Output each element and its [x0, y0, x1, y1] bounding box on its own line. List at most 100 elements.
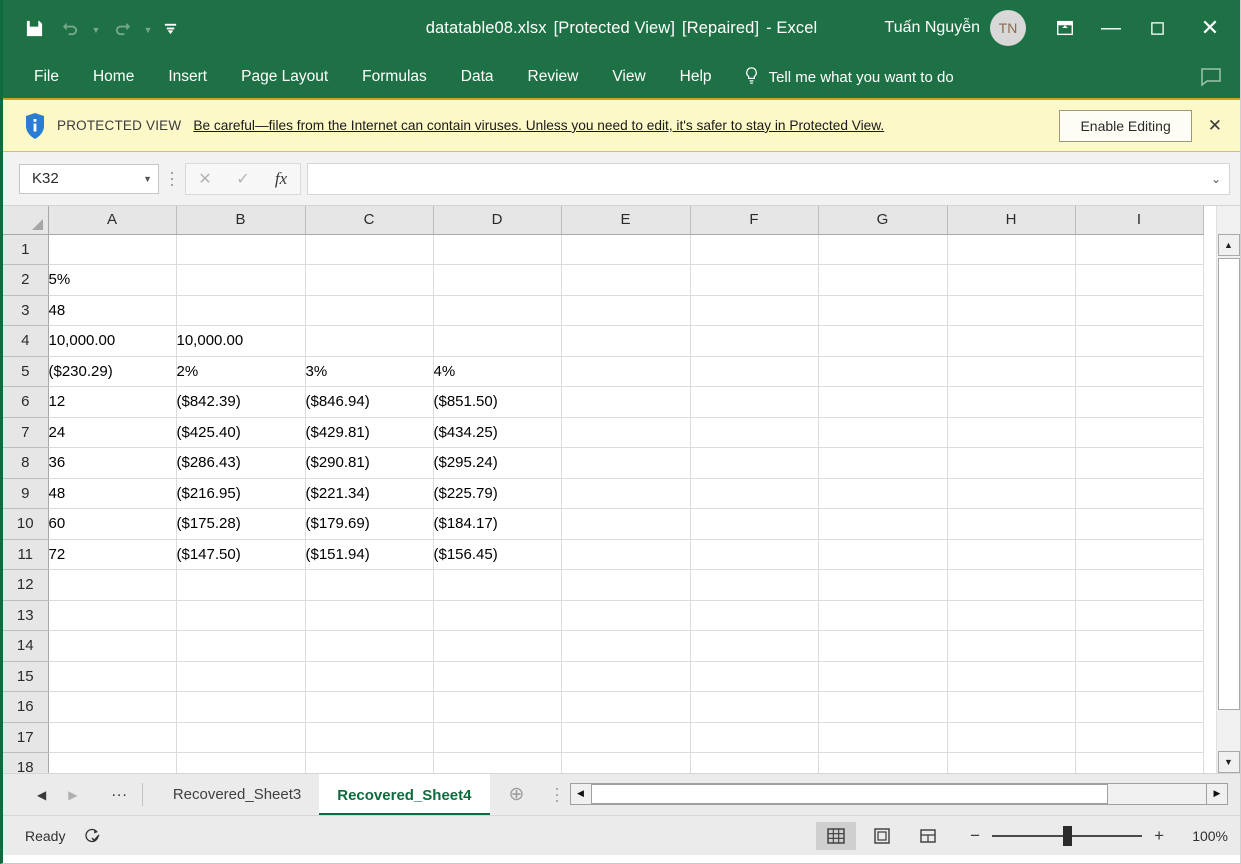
zoom-out-button[interactable]: −: [970, 826, 980, 846]
cell-H13[interactable]: [947, 600, 1076, 631]
cell-H4[interactable]: [947, 325, 1076, 357]
cell-I12[interactable]: [1075, 569, 1204, 601]
cell-D10[interactable]: ($184.17): [433, 508, 562, 540]
cell-B17[interactable]: [176, 722, 306, 753]
cell-D17[interactable]: [433, 722, 562, 753]
horizontal-scrollbar[interactable]: ◀ ▶: [569, 780, 1228, 807]
column-header-d[interactable]: D: [433, 206, 562, 235]
cell-B18[interactable]: [176, 752, 306, 773]
enable-editing-button[interactable]: Enable Editing: [1059, 109, 1192, 142]
cell-F17[interactable]: [690, 722, 819, 753]
worksheet-grid[interactable]: ABCDEFGHI 1 2 5% 3 48 4 10,000.00 10,000.00 5 ($2…: [3, 206, 1216, 773]
formula-input[interactable]: ⌄: [307, 162, 1230, 195]
cell-I9[interactable]: [1075, 478, 1204, 509]
cell-I15[interactable]: [1075, 661, 1204, 692]
cell-I14[interactable]: [1075, 630, 1204, 662]
cell-H10[interactable]: [947, 508, 1076, 540]
cell-B15[interactable]: [176, 661, 306, 692]
cell-F1[interactable]: [690, 234, 819, 265]
cell-F13[interactable]: [690, 600, 819, 631]
cell-F3[interactable]: [690, 295, 819, 326]
last-sheet-button[interactable]: ▶: [68, 788, 77, 802]
cell-D1[interactable]: [433, 234, 562, 265]
comment-icon[interactable]: [1200, 67, 1222, 87]
cell-C13[interactable]: [305, 600, 434, 631]
cell-E4[interactable]: [561, 325, 691, 357]
cell-F16[interactable]: [690, 691, 819, 723]
row-header-15[interactable]: 15: [3, 661, 49, 692]
cell-H17[interactable]: [947, 722, 1076, 753]
cell-G13[interactable]: [818, 600, 948, 631]
insert-function-icon[interactable]: fx: [262, 164, 300, 194]
enter-icon[interactable]: ✓: [224, 164, 262, 194]
add-sheet-button[interactable]: ⊕: [490, 774, 544, 815]
row-header-4[interactable]: 4: [3, 325, 49, 357]
cell-G7[interactable]: [818, 417, 948, 448]
cell-C5[interactable]: 3%: [305, 356, 434, 387]
cell-B9[interactable]: ($216.95): [176, 478, 306, 509]
cell-B1[interactable]: [176, 234, 306, 265]
cell-C12[interactable]: [305, 569, 434, 601]
cell-G6[interactable]: [818, 386, 948, 418]
cell-E18[interactable]: [561, 752, 691, 773]
tab-data[interactable]: Data: [444, 56, 511, 98]
cell-A18[interactable]: [48, 752, 177, 773]
cell-C18[interactable]: [305, 752, 434, 773]
cell-F2[interactable]: [690, 264, 819, 296]
cell-C9[interactable]: ($221.34): [305, 478, 434, 509]
cell-B10[interactable]: ($175.28): [176, 508, 306, 540]
tab-review[interactable]: Review: [511, 56, 596, 98]
cell-H9[interactable]: [947, 478, 1076, 509]
cell-G16[interactable]: [818, 691, 948, 723]
cell-A9[interactable]: 48: [48, 478, 177, 509]
cell-F12[interactable]: [690, 569, 819, 601]
cell-C4[interactable]: [305, 325, 434, 357]
cell-F5[interactable]: [690, 356, 819, 387]
row-header-14[interactable]: 14: [3, 630, 49, 662]
cell-G3[interactable]: [818, 295, 948, 326]
undo-dropdown-icon[interactable]: ▼: [89, 12, 103, 44]
maximize-icon[interactable]: [1134, 0, 1180, 56]
sheet-tab-recovered-sheet4[interactable]: Recovered_Sheet4: [319, 774, 490, 815]
column-header-b[interactable]: B: [176, 206, 306, 235]
cell-B8[interactable]: ($286.43): [176, 447, 306, 479]
cell-B2[interactable]: [176, 264, 306, 296]
cell-E14[interactable]: [561, 630, 691, 662]
cell-G8[interactable]: [818, 447, 948, 479]
row-header-2[interactable]: 2: [3, 264, 49, 296]
cell-C1[interactable]: [305, 234, 434, 265]
cell-C8[interactable]: ($290.81): [305, 447, 434, 479]
cell-E17[interactable]: [561, 722, 691, 753]
cell-G2[interactable]: [818, 264, 948, 296]
cell-E1[interactable]: [561, 234, 691, 265]
cell-H15[interactable]: [947, 661, 1076, 692]
name-box[interactable]: K32 ▼: [19, 163, 159, 194]
cell-A6[interactable]: 12: [48, 386, 177, 418]
account-name[interactable]: Tuấn Nguyễn: [885, 19, 980, 37]
cell-F9[interactable]: [690, 478, 819, 509]
cell-D8[interactable]: ($295.24): [433, 447, 562, 479]
cell-B12[interactable]: [176, 569, 306, 601]
cell-I3[interactable]: [1075, 295, 1204, 326]
cell-C15[interactable]: [305, 661, 434, 692]
cell-I16[interactable]: [1075, 691, 1204, 723]
cell-I1[interactable]: [1075, 234, 1204, 265]
cell-H6[interactable]: [947, 386, 1076, 418]
cell-E13[interactable]: [561, 600, 691, 631]
row-header-8[interactable]: 8: [3, 447, 49, 479]
cell-H3[interactable]: [947, 295, 1076, 326]
row-header-13[interactable]: 13: [3, 600, 49, 631]
ribbon-display-options-icon[interactable]: [1042, 0, 1088, 56]
zoom-slider-thumb[interactable]: [1063, 825, 1073, 846]
scroll-up-button[interactable]: ▲: [1217, 234, 1240, 256]
row-header-12[interactable]: 12: [3, 569, 49, 601]
page-layout-view-icon[interactable]: [862, 822, 902, 850]
cell-F11[interactable]: [690, 539, 819, 570]
customize-quick-access-icon[interactable]: [157, 12, 183, 44]
column-header-f[interactable]: F: [690, 206, 819, 235]
cell-F18[interactable]: [690, 752, 819, 773]
cell-H12[interactable]: [947, 569, 1076, 601]
cell-E3[interactable]: [561, 295, 691, 326]
column-header-g[interactable]: G: [818, 206, 948, 235]
cell-H16[interactable]: [947, 691, 1076, 723]
